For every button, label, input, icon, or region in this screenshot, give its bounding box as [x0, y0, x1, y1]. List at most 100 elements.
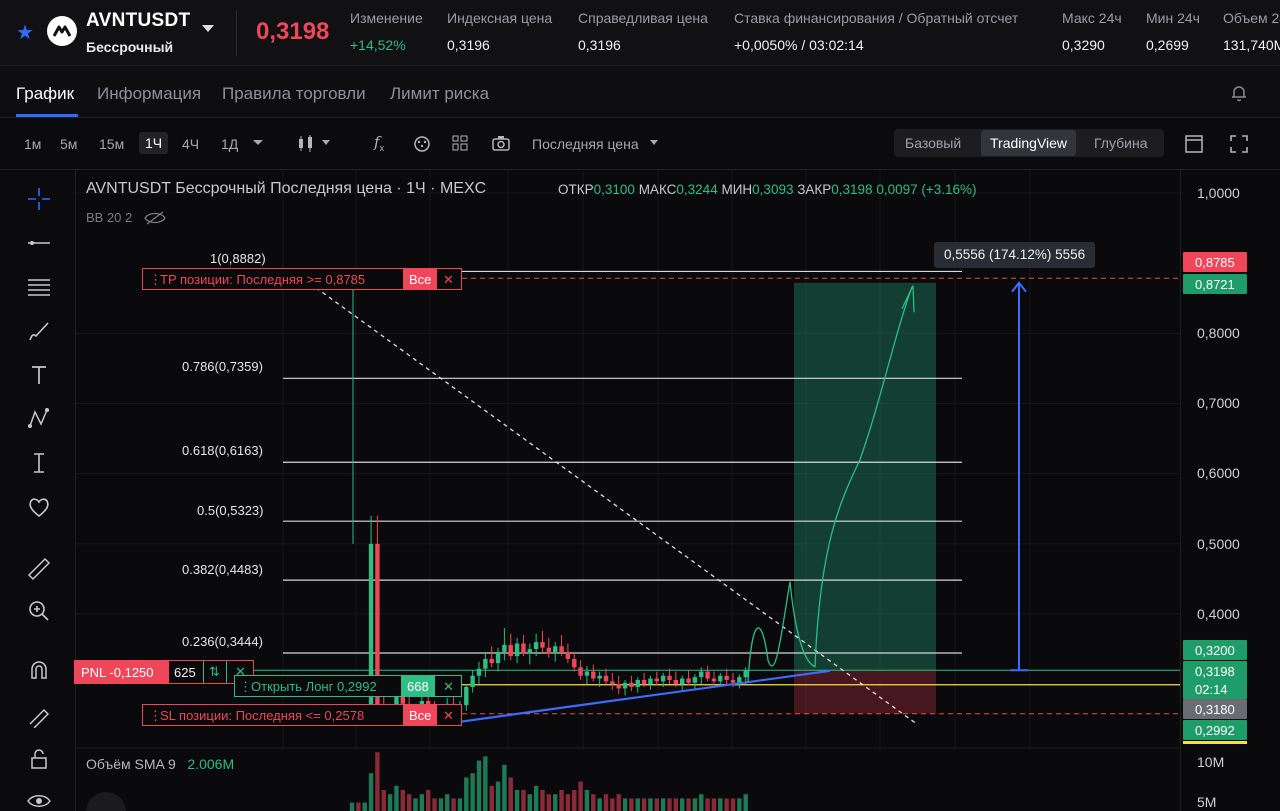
volume-bar: [705, 798, 710, 811]
indicator-bb[interactable]: BB 20 2: [86, 210, 166, 225]
lock-drawings-icon[interactable]: [26, 702, 52, 728]
bell-icon[interactable]: [1230, 84, 1248, 102]
timeframe-1d[interactable]: 1Д: [221, 136, 238, 152]
position-pnl-line[interactable]: PNL -0,1250 625 ⇅ ✕: [74, 660, 254, 684]
timeframe-5m[interactable]: 5м: [60, 136, 77, 152]
volume-bar: [743, 794, 748, 811]
volume-bar: [680, 798, 685, 811]
timeframe-1h[interactable]: 1Ч: [139, 132, 169, 154]
tab-risk-limit[interactable]: Лимит риска: [390, 84, 489, 104]
lock-icon[interactable]: [26, 746, 52, 772]
sl-label: SL позиции: Последняя <= 0,2578: [160, 708, 365, 723]
pattern-icon[interactable]: [26, 406, 52, 432]
volume-bar: [641, 798, 647, 811]
close-icon[interactable]: ✕: [443, 272, 454, 288]
view-switcher: Базовый TradingView Глубина: [894, 129, 1164, 157]
fib-level-label: 0.236(0,3444): [182, 634, 263, 649]
timeframe-1m[interactable]: 1м: [24, 136, 41, 152]
stat-value: +14,52%: [350, 37, 406, 53]
fib-level-label: 0.382(0,4483): [182, 562, 263, 577]
close-icon[interactable]: ✕: [443, 679, 454, 695]
y-tick-label: 0,8000: [1197, 325, 1240, 341]
volume-bar: [483, 756, 488, 811]
stat-label: Индексная цена: [447, 10, 553, 26]
close-icon[interactable]: ✕: [443, 708, 454, 724]
volume-bar: [413, 798, 418, 811]
volume-bar: [445, 794, 450, 811]
brush-icon[interactable]: [26, 318, 52, 344]
view-tradingview[interactable]: TradingView: [981, 130, 1077, 156]
sl-order-line[interactable]: ⋮ SL позиции: Последняя <= 0,2578 Все ✕: [142, 704, 462, 726]
sl-all-button[interactable]: Все: [403, 705, 437, 725]
camera-icon[interactable]: [491, 134, 511, 152]
volume-bar: [603, 794, 609, 811]
candle-body: [730, 679, 736, 683]
stop-loss-zone: [794, 670, 936, 714]
chevron-down-icon[interactable]: [649, 139, 659, 147]
tp-all-button[interactable]: Все: [403, 269, 437, 289]
ruler-icon[interactable]: [26, 556, 52, 582]
price-axis[interactable]: 1,0000 0,8000 0,7000 0,6000 0,5000 0,400…: [1180, 170, 1280, 811]
fib-level-label: 0.786(0,7359): [182, 359, 263, 374]
volume-bar: [565, 794, 571, 811]
candle-body: [610, 681, 615, 685]
last-price: 0,3198: [256, 18, 330, 45]
magnet-icon[interactable]: [26, 658, 52, 684]
layout-icon[interactable]: [451, 134, 469, 152]
volume-bar: [648, 798, 653, 811]
take-profit-zone: [794, 282, 936, 671]
indicators-fx-icon[interactable]: fx: [374, 133, 394, 153]
view-depth[interactable]: Глубина: [1094, 135, 1147, 151]
stat-label: Изменение: [350, 10, 423, 26]
candle-body: [711, 678, 717, 682]
stat-low-24h: Мин 24ч 0,2699: [1146, 10, 1200, 53]
volume-bar: [533, 785, 539, 811]
reverse-icon[interactable]: ⇅: [203, 661, 227, 683]
eye-icon[interactable]: [26, 788, 52, 811]
window-icon[interactable]: [1184, 134, 1204, 154]
volume-bar: [419, 794, 425, 811]
volume-bar: [502, 764, 507, 811]
measure-tooltip: 0,5556 (174.12%) 5556: [934, 242, 1096, 268]
volume-bar: [457, 798, 463, 811]
chevron-down-icon[interactable]: [252, 139, 264, 147]
candle-body: [470, 675, 475, 687]
hide-eye-icon[interactable]: [144, 211, 166, 225]
volume-bar: [546, 794, 552, 811]
candle-body: [699, 671, 704, 678]
chevron-down-icon[interactable]: [321, 139, 331, 147]
price-tag: 0,8721: [1183, 274, 1247, 294]
price-tag-entry: 0,2992: [1183, 720, 1247, 740]
view-basic[interactable]: Базовый: [905, 135, 961, 151]
candle-body: [521, 643, 526, 654]
fullscreen-icon[interactable]: [1229, 134, 1249, 154]
volume-bar: [660, 798, 666, 811]
templates-icon[interactable]: [412, 134, 432, 154]
volume-bar: [381, 790, 386, 811]
tp-order-line[interactable]: ⋮ TP позиции: Последняя >= 0,8785 Все ✕: [142, 268, 462, 290]
price-tag-tp: 0,8785: [1183, 252, 1247, 272]
candle-body: [540, 642, 545, 648]
tab-trading-rules[interactable]: Правила торговли: [222, 84, 366, 104]
stat-value: +0,0050% / 03:02:14: [734, 37, 864, 53]
zoom-in-icon[interactable]: [26, 598, 52, 624]
favorite-star-icon[interactable]: ★: [16, 20, 34, 45]
volume-bar: [597, 798, 602, 811]
timeframe-15m[interactable]: 15м: [99, 136, 124, 152]
crosshair-icon[interactable]: [26, 186, 52, 212]
price-type-select[interactable]: Последняя цена: [532, 136, 639, 152]
forecast-icon[interactable]: [26, 450, 52, 476]
candle-body: [648, 678, 653, 685]
chevron-down-icon[interactable]: [202, 25, 214, 32]
symbol-name[interactable]: AVNTUSDT: [86, 10, 190, 32]
heart-icon[interactable]: [26, 494, 52, 520]
fib-lines-icon[interactable]: [26, 274, 52, 300]
trend-line-icon[interactable]: [26, 230, 52, 256]
tab-info[interactable]: Информация: [97, 84, 201, 104]
text-tool-icon[interactable]: [26, 362, 52, 388]
open-long-order-line[interactable]: ⋮ Открыть Лонг 0,2992 668 ✕: [234, 675, 462, 697]
tab-chart[interactable]: График: [16, 84, 74, 104]
candles-icon[interactable]: [296, 134, 316, 154]
volume-indicator[interactable]: Объём SMA 9 2.006M: [86, 756, 234, 772]
timeframe-4h[interactable]: 4Ч: [182, 136, 199, 152]
